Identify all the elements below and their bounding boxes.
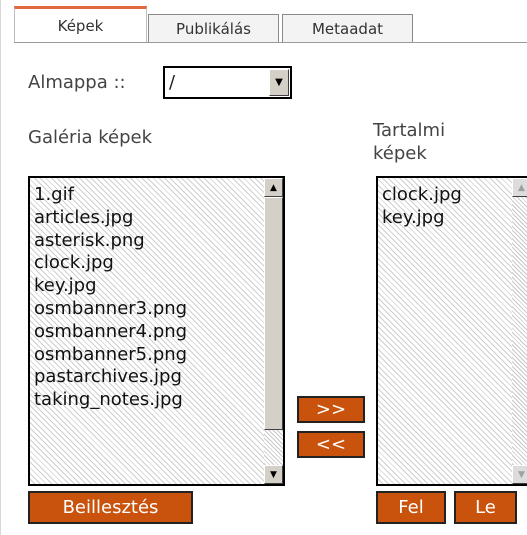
gallery-listbox[interactable]: 1.gif articles.jpg asterisk.png clock.jp…: [28, 176, 285, 486]
scroll-up-arrow-icon[interactable]: ▲: [512, 178, 527, 197]
gallery-list: 1.gif articles.jpg asterisk.png clock.jp…: [34, 184, 187, 412]
content-label-line1: Tartalmi: [373, 120, 446, 141]
tab-publikalas[interactable]: Publikálás: [148, 14, 279, 42]
tab-publikalas-label: Publikálás: [176, 19, 251, 38]
list-item[interactable]: taking_notes.jpg: [34, 389, 187, 412]
list-item[interactable]: 1.gif: [34, 184, 187, 207]
list-item[interactable]: key.jpg: [34, 275, 187, 298]
scroll-down-arrow-icon[interactable]: ▼: [512, 465, 527, 484]
list-item[interactable]: pastarchives.jpg: [34, 366, 187, 389]
gallery-scrollbar[interactable]: ▲ ▼: [264, 178, 283, 484]
content-list: clock.jpg key.jpg: [382, 184, 462, 230]
move-up-button[interactable]: Fel: [376, 491, 446, 524]
scrollbar-thumb[interactable]: [264, 197, 283, 430]
folder-label: Almappa ::: [28, 72, 126, 93]
list-item[interactable]: articles.jpg: [34, 207, 187, 230]
tab-kepek[interactable]: Képek: [14, 6, 147, 43]
list-item[interactable]: osmbanner4.png: [34, 321, 187, 344]
gallery-label: Galéria képek: [28, 127, 152, 148]
dropdown-arrow-icon[interactable]: ▼: [269, 69, 289, 96]
list-item[interactable]: asterisk.png: [34, 230, 187, 253]
list-item[interactable]: osmbanner5.png: [34, 344, 187, 367]
tab-metaadat[interactable]: Metaadat: [282, 14, 413, 42]
insert-button[interactable]: Beillesztés: [28, 491, 193, 524]
tab-baseline: [14, 42, 527, 43]
move-down-button[interactable]: Le: [454, 491, 517, 524]
folder-select[interactable]: / ▼: [163, 66, 292, 99]
content-scrollbar[interactable]: ▲ ▼: [512, 178, 527, 484]
list-item[interactable]: osmbanner3.png: [34, 298, 187, 321]
add-to-content-button[interactable]: >>: [297, 396, 365, 423]
scroll-up-arrow-icon[interactable]: ▲: [264, 178, 283, 197]
content-listbox[interactable]: clock.jpg key.jpg ▲ ▼: [376, 176, 527, 486]
list-item[interactable]: clock.jpg: [34, 252, 187, 275]
tab-kepek-label: Képek: [57, 17, 104, 35]
panel-left-border: [0, 0, 1, 535]
folder-select-value: /: [169, 72, 176, 93]
remove-from-content-button[interactable]: <<: [297, 431, 365, 458]
tab-metaadat-label: Metaadat: [311, 19, 384, 38]
list-item[interactable]: key.jpg: [382, 207, 462, 230]
content-label-line2: képek: [373, 143, 427, 164]
scroll-down-arrow-icon[interactable]: ▼: [264, 465, 283, 484]
list-item[interactable]: clock.jpg: [382, 184, 462, 207]
